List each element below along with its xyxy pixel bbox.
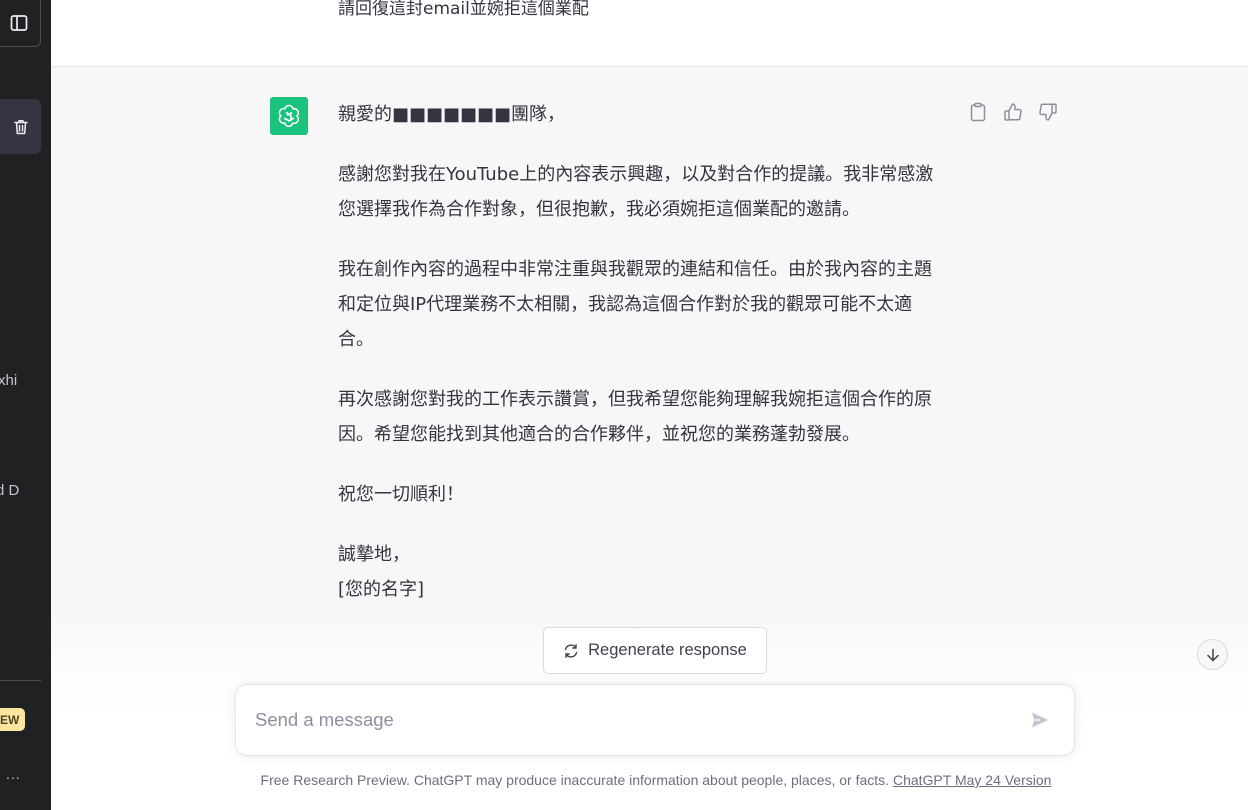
message-input[interactable] <box>255 685 1015 755</box>
regenerate-label: Regenerate response <box>588 641 747 659</box>
sidebar-conversation-item[interactable]: d D <box>0 482 19 499</box>
regenerate-response-button[interactable]: Regenerate response <box>543 627 767 674</box>
message-paragraph: 再次感謝您對我的工作表示讚賞，但我希望您能夠理解我婉拒這個合作的原因。希望您能找… <box>338 389 932 445</box>
user-message-row: 請回復這封email並婉拒這個業配 <box>51 0 1248 67</box>
more-options-button[interactable]: ... <box>6 766 21 782</box>
sidebar: xhi d D EW ... <box>0 0 51 810</box>
sidebar-divider <box>0 680 41 681</box>
scroll-to-bottom-button[interactable] <box>1197 639 1228 670</box>
message-paragraph: 親愛的■■■■■■■團隊， <box>338 104 566 125</box>
trash-icon <box>13 119 28 134</box>
copy-button[interactable] <box>967 101 989 123</box>
send-button[interactable] <box>1028 708 1052 732</box>
chatgpt-avatar <box>270 97 308 135</box>
thumbs-down-button[interactable] <box>1037 101 1059 123</box>
arrow-down-icon <box>1206 648 1219 661</box>
chat-main: 請回復這封email並婉拒這個業配 親愛的■■■■■■■團隊， 感謝您對我在Yo… <box>51 0 1248 810</box>
delete-conversation-button[interactable] <box>0 99 41 154</box>
refresh-icon <box>564 643 578 658</box>
message-paragraph: 感謝您對我在YouTube上的內容表示興趣，以及對合作的提議。我非常感激您選擇我… <box>338 164 934 220</box>
thumbs-up-button[interactable] <box>1002 101 1024 123</box>
sidebar-toggle-button[interactable] <box>0 0 41 47</box>
message-paragraph: 我在創作內容的過程中非常注重與我觀眾的連結和信任。由於我內容的主題和定位與IP代… <box>338 259 932 350</box>
message-closing: 誠摯地， <box>338 544 410 565</box>
sidebar-conversation-item[interactable]: xhi <box>0 372 17 389</box>
message-composer <box>235 684 1075 756</box>
thumbs-up-icon <box>1004 103 1022 121</box>
disclaimer-text: Free Research Preview. ChatGPT may produ… <box>260 772 893 788</box>
sidebar-toggle-icon <box>10 15 27 31</box>
assistant-message-text: 親愛的■■■■■■■團隊， 感謝您對我在YouTube上的內容表示興趣，以及對合… <box>338 97 943 607</box>
thumbs-down-icon <box>1039 103 1057 121</box>
user-message-text: 請回復這封email並婉拒這個業配 <box>338 0 589 19</box>
sidebar-item-label: xhi <box>0 372 18 389</box>
message-actions <box>967 101 1059 123</box>
sidebar-item-label: d D <box>0 482 20 499</box>
send-icon <box>1032 712 1048 728</box>
message-paragraph: 祝您一切順利！ <box>338 484 464 505</box>
footer-disclaimer: Free Research Preview. ChatGPT may produ… <box>51 772 1248 788</box>
clipboard-icon <box>970 102 986 122</box>
version-link[interactable]: ChatGPT May 24 Version <box>893 772 1051 788</box>
message-signature: [您的名字] <box>338 579 425 600</box>
new-badge: EW <box>0 708 26 731</box>
openai-logo-icon <box>278 104 300 128</box>
